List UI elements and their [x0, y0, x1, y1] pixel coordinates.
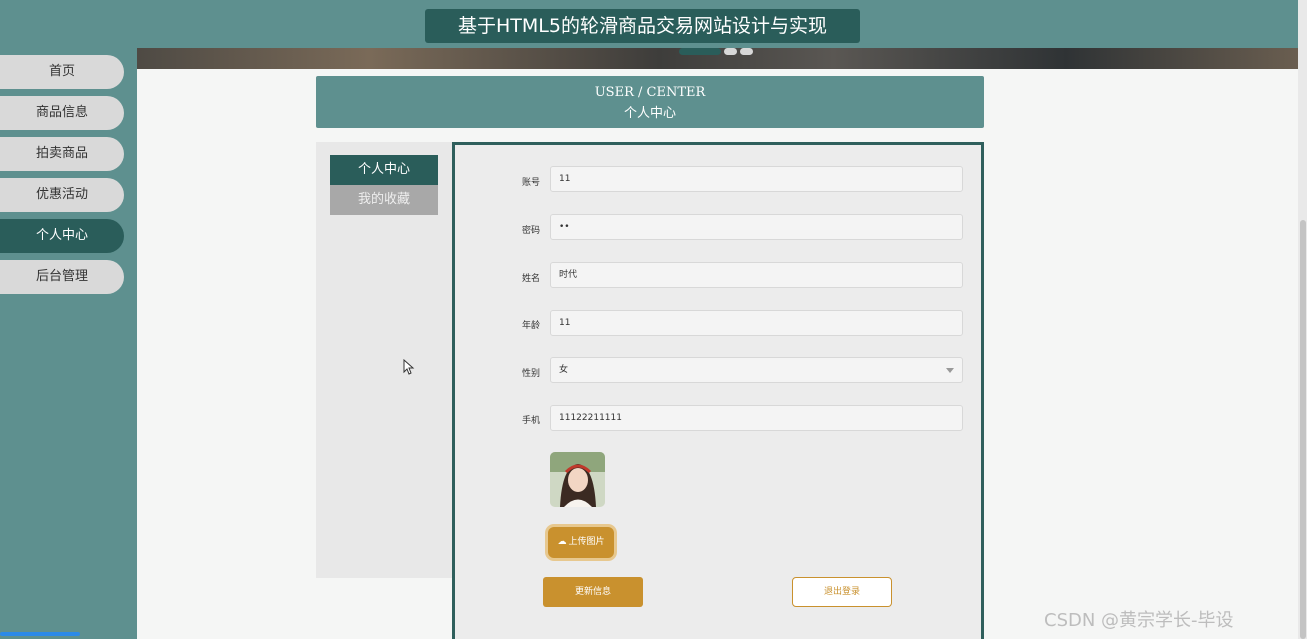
sidebar-item-promotions[interactable]: 优惠活动 — [0, 178, 124, 212]
sidebar-item-products[interactable]: 商品信息 — [0, 96, 124, 130]
banner-dot-2[interactable] — [724, 48, 737, 55]
profile-form: 账号 11 密码 •• 姓名 时代 年龄 11 性别 女 手机 11122211… — [452, 142, 984, 639]
upload-image-label: 上传图片 — [568, 537, 605, 547]
account-field[interactable]: 11 — [550, 166, 963, 192]
banner-dot-1[interactable] — [679, 48, 721, 55]
upload-image-button[interactable]: ☁ 上传图片 — [548, 527, 614, 558]
name-field[interactable]: 时代 — [550, 262, 963, 288]
gender-select[interactable]: 女 — [550, 357, 963, 383]
sidebar: 首页 商品信息 拍卖商品 优惠活动 个人中心 后台管理 — [0, 48, 137, 639]
sidebar-item-auction[interactable]: 拍卖商品 — [0, 137, 124, 171]
password-field[interactable]: •• — [550, 214, 963, 240]
watermark: CSDN @黄宗学长-毕设 — [1044, 610, 1234, 631]
cloud-upload-icon: ☁ — [557, 537, 567, 547]
sidebar-item-home[interactable]: 首页 — [0, 55, 124, 89]
phone-label: 手机 — [521, 416, 540, 426]
progress-indicator — [0, 632, 80, 636]
sidebar-item-user-center[interactable]: 个人中心 — [0, 219, 124, 253]
app-frame: 基于HTML5的轮滑商品交易网站设计与实现 首页 商品信息 拍卖商品 优惠活动 … — [0, 0, 1307, 639]
user-center-header: USER / CENTER 个人中心 — [316, 76, 984, 128]
account-label: 账号 — [521, 178, 540, 188]
avatar — [550, 452, 605, 507]
gender-select-value: 女 — [559, 365, 569, 375]
name-label: 姓名 — [521, 274, 540, 284]
user-center-title-cn: 个人中心 — [623, 106, 676, 121]
sidebar-item-admin[interactable]: 后台管理 — [0, 260, 124, 294]
tab-user-center[interactable]: 个人中心 — [330, 155, 438, 185]
banner-dot-3[interactable] — [740, 48, 753, 55]
banner-pagination — [679, 48, 753, 56]
chevron-down-icon — [946, 368, 954, 373]
logout-button[interactable]: 退出登录 — [792, 577, 892, 607]
age-field[interactable]: 11 — [550, 310, 963, 336]
tab-favorites[interactable]: 我的收藏 — [330, 185, 438, 215]
phone-field[interactable]: 11122211111 — [550, 405, 963, 431]
user-center-menu: 个人中心 我的收藏 — [316, 142, 453, 578]
gender-label: 性别 — [521, 369, 540, 379]
age-label: 年龄 — [521, 321, 540, 331]
header-bar: 基于HTML5的轮滑商品交易网站设计与实现 — [0, 0, 1298, 48]
site-title: 基于HTML5的轮滑商品交易网站设计与实现 — [425, 9, 860, 43]
scrollbar-thumb[interactable] — [1300, 220, 1306, 639]
update-info-button[interactable]: 更新信息 — [543, 577, 643, 607]
user-center-title-en: USER / CENTER — [594, 85, 706, 100]
password-label: 密码 — [521, 226, 540, 236]
